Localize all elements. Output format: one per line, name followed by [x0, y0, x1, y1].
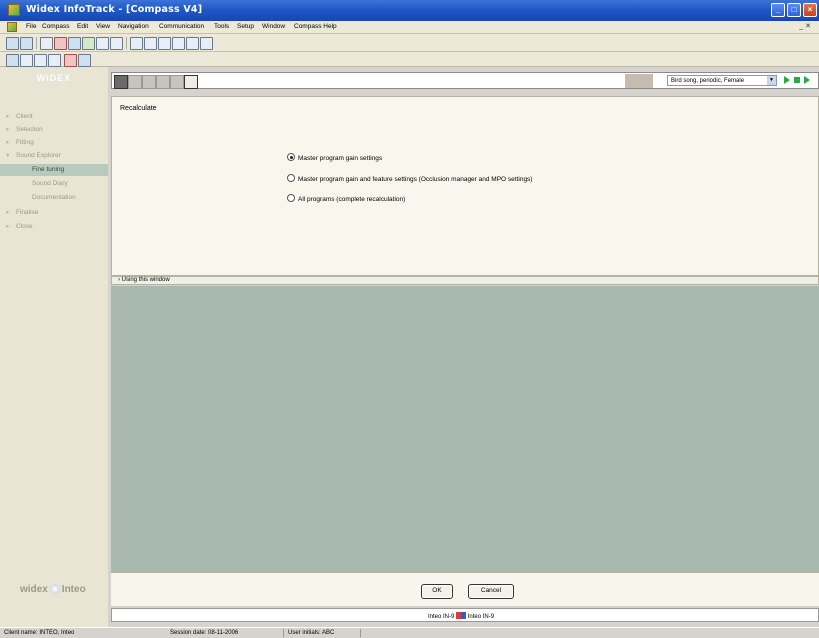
menu-compass-help[interactable]: Compass Help — [294, 23, 337, 30]
menu-compass[interactable]: Compass — [42, 23, 69, 30]
menu-window[interactable]: Window — [262, 23, 285, 30]
document-icon — [7, 22, 17, 32]
arrow-icon: ➤ — [5, 224, 10, 230]
arrow-icon: ➤ — [5, 127, 10, 133]
hand-icon[interactable] — [110, 37, 123, 50]
option-all-programs[interactable]: All programs (complete recalculation) — [287, 194, 405, 204]
toolbar-separator — [126, 37, 127, 49]
minimize-button[interactable]: _ — [771, 3, 785, 17]
option-master-gain[interactable]: Master program gain settings — [287, 153, 382, 163]
ear-icon[interactable] — [48, 54, 61, 67]
widex-inteo-logo: widex Inteo — [20, 584, 86, 595]
sidebar: WIDEX ➤ Client ➤ Selection ➤ Fitting ▼ Sound… — [0, 67, 108, 627]
device-bar: Inteo IN-9 Inteo IN-9 — [111, 608, 819, 622]
chart-icon[interactable] — [144, 37, 157, 50]
grid-icon[interactable] — [68, 37, 81, 50]
stop-icon[interactable] — [794, 77, 800, 83]
sidebar-item-client[interactable]: ➤ Client — [0, 111, 108, 123]
status-separator — [283, 629, 284, 637]
wand-icon[interactable] — [130, 37, 143, 50]
main-toolbar — [0, 34, 819, 52]
help-content-area — [111, 286, 819, 572]
chevron-right-icon: › — [118, 277, 120, 283]
program-button-2[interactable] — [128, 75, 142, 89]
toolbar-separator — [36, 37, 37, 49]
sidebar-item-fine-tuning[interactable]: Fine tuning — [0, 164, 108, 176]
option-master-gain-features[interactable]: Master program gain and feature settings… — [287, 174, 532, 184]
menu-bar: File Compass Edit View Navigation Commun… — [0, 21, 819, 34]
sidebar-item-fitting[interactable]: ➤ Fitting — [0, 137, 108, 149]
sidebar-item-close[interactable]: ➤ Close — [0, 221, 108, 233]
dialog-footer: OK Cancel — [111, 572, 819, 606]
sound-indicator — [625, 74, 653, 88]
status-bar: Client name: INTEO, Inteo Session date: … — [0, 627, 819, 638]
program-button-3[interactable] — [142, 75, 156, 89]
sidebar-item-sound-diary[interactable]: Sound Diary — [0, 178, 108, 190]
search-icon[interactable] — [34, 54, 47, 67]
menu-setup[interactable]: Setup — [237, 23, 254, 30]
right-ear-icon — [461, 612, 467, 619]
menu-navigation[interactable]: Navigation — [118, 23, 149, 30]
tools-icon[interactable] — [158, 37, 171, 50]
print-icon[interactable] — [20, 54, 33, 67]
sidebar-item-selection[interactable]: ➤ Selection — [0, 124, 108, 136]
help-expander[interactable]: › Using this window — [111, 276, 819, 285]
compare-icon[interactable] — [40, 37, 53, 50]
export-icon[interactable] — [172, 37, 185, 50]
menu-edit[interactable]: Edit — [77, 23, 88, 30]
arrow-icon: ➤ — [5, 140, 10, 146]
sidebar-item-documentation[interactable]: Documentation — [0, 192, 108, 204]
menu-view[interactable]: View — [96, 23, 110, 30]
status-separator — [360, 629, 361, 637]
menu-tools[interactable]: Tools — [214, 23, 229, 30]
menu-file[interactable]: File — [26, 23, 36, 30]
arrow-icon: ➤ — [5, 210, 10, 216]
panel-title: Recalculate — [120, 105, 157, 112]
sidebar-item-finalise[interactable]: ➤ Finalise — [0, 207, 108, 219]
graph-icon[interactable] — [82, 37, 95, 50]
widex-logo: WIDEX — [36, 73, 72, 83]
program-settings-icon[interactable] — [184, 75, 198, 89]
secondary-toolbar — [0, 52, 819, 67]
cancel-button[interactable]: Cancel — [468, 584, 514, 599]
copy-right-icon[interactable] — [20, 37, 33, 50]
next-icon[interactable] — [804, 76, 810, 84]
program-button-4[interactable] — [156, 75, 170, 89]
menu-communication[interactable]: Communication — [159, 23, 204, 30]
sidebar-item-sound-explorer[interactable]: ▼ Sound Explorer — [0, 150, 108, 162]
close-button[interactable]: × — [803, 3, 817, 17]
sound-select[interactable]: Bird song, periodic, Female ▼ — [667, 75, 777, 86]
arrow-icon: ➤ — [5, 114, 10, 120]
right-ear-icon[interactable] — [78, 54, 91, 67]
program-button-1[interactable] — [114, 75, 128, 89]
app-icon — [8, 4, 20, 16]
document-window-controls[interactable]: _ ✕ — [799, 22, 811, 30]
chevron-down-icon: ▼ — [5, 153, 11, 159]
program-icon[interactable] — [54, 37, 67, 50]
copy-left-icon[interactable] — [6, 37, 19, 50]
fitting-toolbar: Bird song, periodic, Female ▼ — [111, 72, 819, 89]
left-ear-icon[interactable] — [64, 54, 77, 67]
recalculate-panel: Recalculate Master program gain settings… — [111, 96, 819, 276]
device-labels: Inteo IN-9 Inteo IN-9 — [428, 612, 495, 620]
window-title: Widex InfoTrack - [Compass V4] — [26, 4, 203, 15]
status-client: Client name: INTEO, Inteo — [4, 630, 75, 636]
status-session: Session date: 08-11-2006 — [170, 630, 239, 636]
logo-dot-icon — [49, 584, 60, 595]
percent-icon[interactable] — [96, 37, 109, 50]
print-icon[interactable] — [186, 37, 199, 50]
radio-selected-icon[interactable] — [287, 153, 295, 161]
maximize-button[interactable]: □ — [787, 3, 801, 17]
status-user: User initials: ABC — [288, 630, 335, 636]
program-button-5[interactable] — [170, 75, 184, 89]
title-bar: Widex InfoTrack - [Compass V4] _ □ × — [0, 0, 819, 21]
ok-button[interactable]: OK — [421, 584, 453, 599]
play-icon[interactable] — [784, 76, 790, 84]
radio-icon[interactable] — [287, 174, 295, 182]
chevron-down-icon[interactable]: ▼ — [767, 76, 776, 85]
help-icon[interactable] — [200, 37, 213, 50]
save-icon[interactable] — [6, 54, 19, 67]
radio-icon[interactable] — [287, 194, 295, 202]
